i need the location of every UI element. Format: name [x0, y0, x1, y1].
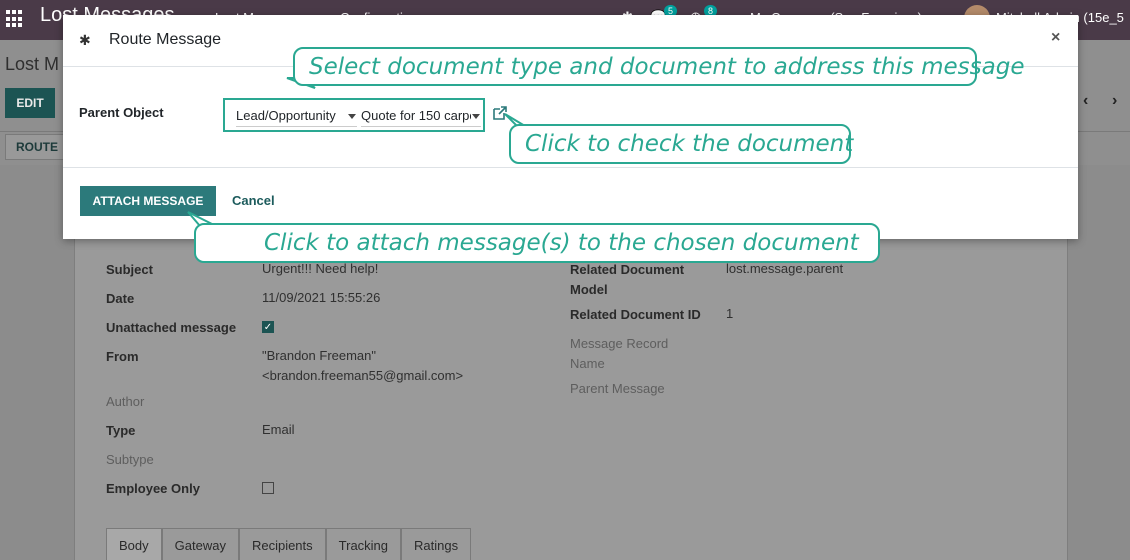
callout-select-document-text: Select document type and document to add…	[309, 53, 1025, 80]
tab-recipients[interactable]: Recipients	[238, 528, 326, 560]
tab-tracking[interactable]: Tracking	[325, 528, 402, 560]
chevron-down-icon	[472, 114, 480, 119]
subtype-label: Subtype	[106, 452, 154, 467]
chevron-down-icon	[348, 114, 356, 119]
tab-ratings[interactable]: Ratings	[401, 528, 472, 560]
notebook-tabs: Body Gateway Recipients Tracking Ratings	[106, 528, 472, 560]
related-model-label-2: Model	[570, 282, 608, 297]
date-value: 11/09/2021 15:55:26	[262, 290, 381, 305]
type-value: Email	[262, 422, 295, 437]
from-value-email: <brandon.freeman55@gmail.com>	[262, 368, 464, 383]
record-select-value: Quote for 150 carpets	[361, 108, 471, 123]
parent-message-label: Parent Message	[570, 381, 665, 396]
employee-only-checkbox[interactable]	[262, 482, 274, 494]
close-icon[interactable]: ×	[1051, 29, 1060, 47]
pager-prev-icon[interactable]: ‹	[1083, 92, 1088, 110]
message-record-label-1: Message Record	[570, 336, 669, 351]
callout-check-document: Click to check the document	[509, 124, 854, 164]
from-value-name: "Brandon Freeman"	[262, 348, 377, 363]
tab-gateway[interactable]: Gateway	[161, 528, 239, 560]
pager-next-icon[interactable]: ›	[1112, 92, 1117, 110]
related-model-label-1: Related Document	[570, 262, 685, 277]
subject-label: Subject	[106, 262, 153, 277]
date-label: Date	[106, 291, 135, 306]
record-select[interactable]: Quote for 150 carpets	[361, 107, 481, 127]
dialog-title: Route Message	[109, 31, 222, 48]
tab-body[interactable]: Body	[106, 528, 162, 560]
type-label: Type	[106, 423, 136, 438]
breadcrumb[interactable]: Lost M	[5, 54, 59, 75]
route-button[interactable]: ROUTE	[5, 134, 69, 160]
parent-object-label: Parent Object	[79, 105, 164, 120]
cancel-button[interactable]: Cancel	[232, 193, 275, 208]
callout-attach-message-text: Click to attach message(s) to the chosen…	[264, 230, 859, 256]
edit-button[interactable]: EDIT	[5, 88, 55, 118]
author-label: Author	[106, 394, 145, 409]
callout-attach-message: Click to attach message(s) to the chosen…	[194, 223, 880, 263]
apps-menu-icon[interactable]	[6, 10, 24, 28]
parent-object-field: Lead/Opportunity Quote for 150 carpets	[223, 98, 485, 132]
employee-only-label: Employee Only	[106, 481, 200, 496]
callout-select-document: Select document type and document to add…	[293, 47, 1024, 86]
debug-icon[interactable]: ✱	[79, 32, 91, 49]
message-record-label-2: Name	[570, 356, 605, 371]
related-id-label: Related Document ID	[570, 307, 701, 322]
callout-check-document-text: Click to check the document	[525, 131, 854, 157]
related-id-value: 1	[726, 306, 734, 321]
unattached-label: Unattached message	[106, 320, 237, 335]
from-label: From	[106, 349, 139, 364]
unattached-checkbox[interactable]: ✓	[262, 321, 274, 333]
